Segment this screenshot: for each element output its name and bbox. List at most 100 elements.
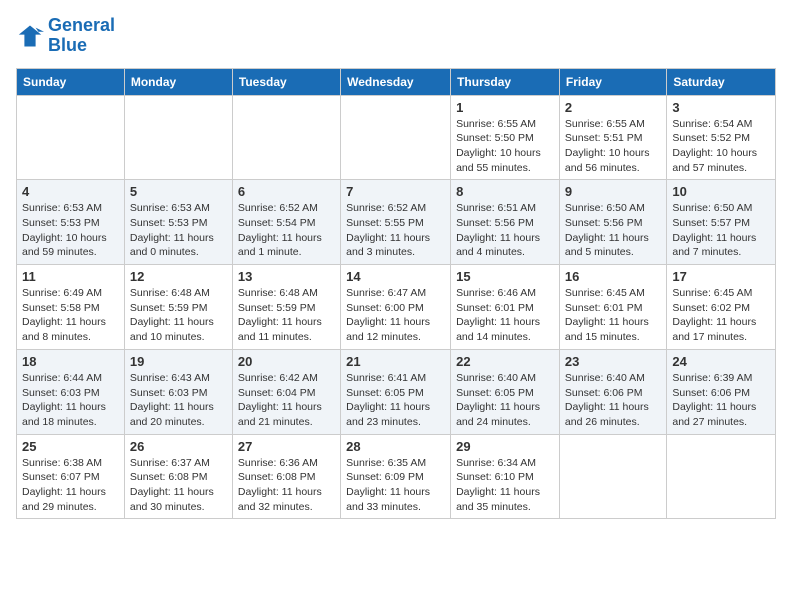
day-number: 29	[456, 439, 554, 454]
day-number: 13	[238, 269, 335, 284]
day-of-week-header: Thursday	[451, 68, 560, 95]
day-info: Sunrise: 6:53 AM Sunset: 5:53 PM Dayligh…	[130, 201, 227, 260]
calendar-cell: 17 Sunrise: 6:45 AM Sunset: 6:02 PM Dayli…	[667, 265, 776, 350]
calendar-week-row: 1 Sunrise: 6:55 AM Sunset: 5:50 PM Daylig…	[17, 95, 776, 180]
day-number: 9	[565, 184, 661, 199]
day-number: 19	[130, 354, 227, 369]
day-number: 14	[346, 269, 445, 284]
day-info: Sunrise: 6:46 AM Sunset: 6:01 PM Dayligh…	[456, 286, 554, 345]
day-info: Sunrise: 6:53 AM Sunset: 5:53 PM Dayligh…	[22, 201, 119, 260]
calendar-cell	[559, 434, 666, 519]
calendar-cell: 15 Sunrise: 6:46 AM Sunset: 6:01 PM Dayli…	[451, 265, 560, 350]
day-number: 1	[456, 100, 554, 115]
day-number: 2	[565, 100, 661, 115]
day-number: 12	[130, 269, 227, 284]
calendar-header-row: SundayMondayTuesdayWednesdayThursdayFrid…	[17, 68, 776, 95]
day-info: Sunrise: 6:39 AM Sunset: 6:06 PM Dayligh…	[672, 371, 770, 430]
day-number: 11	[22, 269, 119, 284]
calendar-cell: 21Sunrise: 6:41 AM Sunset: 6:05 PM Dayli…	[341, 349, 451, 434]
day-info: Sunrise: 6:48 AM Sunset: 5:59 PM Dayligh…	[130, 286, 227, 345]
day-info: Sunrise: 6:47 AM Sunset: 6:00 PM Dayligh…	[346, 286, 445, 345]
calendar-cell: 12 Sunrise: 6:48 AM Sunset: 5:59 PM Dayli…	[124, 265, 232, 350]
calendar-cell: 20 Sunrise: 6:42 AM Sunset: 6:04 PM Dayli…	[232, 349, 340, 434]
calendar-week-row: 4Sunrise: 6:53 AM Sunset: 5:53 PM Daylig…	[17, 180, 776, 265]
calendar-cell	[667, 434, 776, 519]
calendar-week-row: 11Sunrise: 6:49 AM Sunset: 5:58 PM Dayli…	[17, 265, 776, 350]
day-info: Sunrise: 6:43 AM Sunset: 6:03 PM Dayligh…	[130, 371, 227, 430]
calendar-cell: 22 Sunrise: 6:40 AM Sunset: 6:05 PM Dayli…	[451, 349, 560, 434]
day-info: Sunrise: 6:41 AM Sunset: 6:05 PM Dayligh…	[346, 371, 445, 430]
calendar-cell: 7 Sunrise: 6:52 AM Sunset: 5:55 PM Daylig…	[341, 180, 451, 265]
calendar-cell	[232, 95, 340, 180]
day-number: 6	[238, 184, 335, 199]
logo-blue: Blue	[48, 36, 115, 56]
calendar-cell	[17, 95, 125, 180]
day-of-week-header: Tuesday	[232, 68, 340, 95]
day-info: Sunrise: 6:52 AM Sunset: 5:55 PM Dayligh…	[346, 201, 445, 260]
calendar-cell	[124, 95, 232, 180]
calendar-body: 1 Sunrise: 6:55 AM Sunset: 5:50 PM Daylig…	[17, 95, 776, 519]
header: General Blue	[16, 16, 776, 56]
day-number: 26	[130, 439, 227, 454]
day-number: 23	[565, 354, 661, 369]
day-of-week-header: Sunday	[17, 68, 125, 95]
day-number: 20	[238, 354, 335, 369]
day-number: 10	[672, 184, 770, 199]
day-info: Sunrise: 6:51 AM Sunset: 5:56 PM Dayligh…	[456, 201, 554, 260]
calendar-week-row: 25 Sunrise: 6:38 AM Sunset: 6:07 PM Dayli…	[17, 434, 776, 519]
day-number: 28	[346, 439, 445, 454]
calendar-cell: 23 Sunrise: 6:40 AM Sunset: 6:06 PM Dayli…	[559, 349, 666, 434]
day-info: Sunrise: 6:55 AM Sunset: 5:51 PM Dayligh…	[565, 117, 661, 176]
calendar-cell: 28Sunrise: 6:35 AM Sunset: 6:09 PM Dayli…	[341, 434, 451, 519]
day-info: Sunrise: 6:50 AM Sunset: 5:56 PM Dayligh…	[565, 201, 661, 260]
day-number: 25	[22, 439, 119, 454]
logo-bird-icon	[16, 22, 44, 50]
calendar-cell: 10 Sunrise: 6:50 AM Sunset: 5:57 PM Dayli…	[667, 180, 776, 265]
calendar-cell: 6Sunrise: 6:52 AM Sunset: 5:54 PM Daylig…	[232, 180, 340, 265]
calendar-cell: 3 Sunrise: 6:54 AM Sunset: 5:52 PM Daylig…	[667, 95, 776, 180]
day-info: Sunrise: 6:42 AM Sunset: 6:04 PM Dayligh…	[238, 371, 335, 430]
calendar-cell: 24Sunrise: 6:39 AM Sunset: 6:06 PM Dayli…	[667, 349, 776, 434]
day-info: Sunrise: 6:40 AM Sunset: 6:05 PM Dayligh…	[456, 371, 554, 430]
day-of-week-header: Friday	[559, 68, 666, 95]
day-info: Sunrise: 6:55 AM Sunset: 5:50 PM Dayligh…	[456, 117, 554, 176]
day-info: Sunrise: 6:37 AM Sunset: 6:08 PM Dayligh…	[130, 456, 227, 515]
calendar-cell: 29 Sunrise: 6:34 AM Sunset: 6:10 PM Dayli…	[451, 434, 560, 519]
day-info: Sunrise: 6:34 AM Sunset: 6:10 PM Dayligh…	[456, 456, 554, 515]
day-of-week-header: Wednesday	[341, 68, 451, 95]
calendar-cell: 13 Sunrise: 6:48 AM Sunset: 5:59 PM Dayli…	[232, 265, 340, 350]
day-number: 7	[346, 184, 445, 199]
day-number: 15	[456, 269, 554, 284]
day-info: Sunrise: 6:40 AM Sunset: 6:06 PM Dayligh…	[565, 371, 661, 430]
day-number: 8	[456, 184, 554, 199]
calendar-cell: 5Sunrise: 6:53 AM Sunset: 5:53 PM Daylig…	[124, 180, 232, 265]
logo-general: General	[48, 15, 115, 35]
calendar-cell: 25 Sunrise: 6:38 AM Sunset: 6:07 PM Dayli…	[17, 434, 125, 519]
calendar-cell: 8 Sunrise: 6:51 AM Sunset: 5:56 PM Daylig…	[451, 180, 560, 265]
calendar-cell	[341, 95, 451, 180]
calendar-cell: 2 Sunrise: 6:55 AM Sunset: 5:51 PM Daylig…	[559, 95, 666, 180]
day-number: 16	[565, 269, 661, 284]
logo: General Blue	[16, 16, 115, 56]
day-number: 18	[22, 354, 119, 369]
calendar-cell: 1 Sunrise: 6:55 AM Sunset: 5:50 PM Daylig…	[451, 95, 560, 180]
day-of-week-header: Monday	[124, 68, 232, 95]
calendar-week-row: 18Sunrise: 6:44 AM Sunset: 6:03 PM Dayli…	[17, 349, 776, 434]
day-info: Sunrise: 6:48 AM Sunset: 5:59 PM Dayligh…	[238, 286, 335, 345]
calendar-cell: 14 Sunrise: 6:47 AM Sunset: 6:00 PM Dayli…	[341, 265, 451, 350]
day-number: 27	[238, 439, 335, 454]
day-number: 17	[672, 269, 770, 284]
day-info: Sunrise: 6:45 AM Sunset: 6:01 PM Dayligh…	[565, 286, 661, 345]
calendar-cell: 27Sunrise: 6:36 AM Sunset: 6:08 PM Dayli…	[232, 434, 340, 519]
day-info: Sunrise: 6:50 AM Sunset: 5:57 PM Dayligh…	[672, 201, 770, 260]
day-number: 22	[456, 354, 554, 369]
calendar-cell: 26 Sunrise: 6:37 AM Sunset: 6:08 PM Dayli…	[124, 434, 232, 519]
day-info: Sunrise: 6:45 AM Sunset: 6:02 PM Dayligh…	[672, 286, 770, 345]
calendar-cell: 16 Sunrise: 6:45 AM Sunset: 6:01 PM Dayli…	[559, 265, 666, 350]
day-info: Sunrise: 6:54 AM Sunset: 5:52 PM Dayligh…	[672, 117, 770, 176]
calendar-cell: 18Sunrise: 6:44 AM Sunset: 6:03 PM Dayli…	[17, 349, 125, 434]
calendar-cell: 19 Sunrise: 6:43 AM Sunset: 6:03 PM Dayli…	[124, 349, 232, 434]
day-of-week-header: Saturday	[667, 68, 776, 95]
day-number: 3	[672, 100, 770, 115]
day-info: Sunrise: 6:38 AM Sunset: 6:07 PM Dayligh…	[22, 456, 119, 515]
